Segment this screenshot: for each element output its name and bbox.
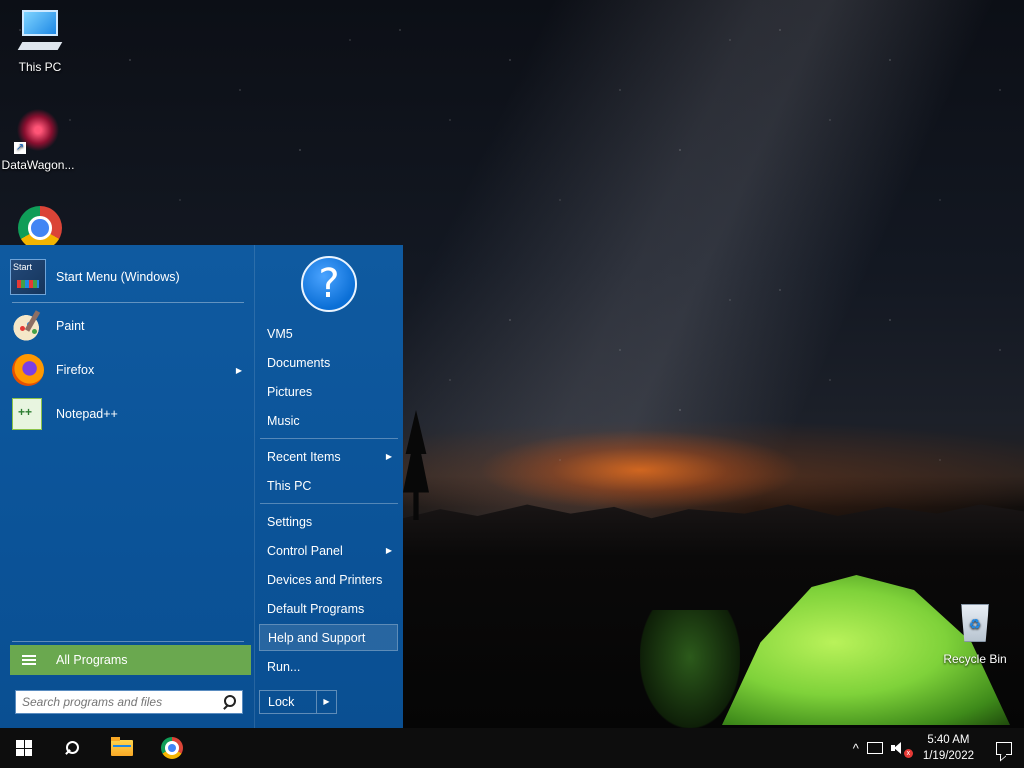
menu-item-default-programs[interactable]: Default Programs: [259, 595, 398, 622]
menu-item-music[interactable]: Music: [259, 407, 398, 434]
separator: [12, 302, 244, 303]
menu-item-run[interactable]: Run...: [259, 653, 398, 680]
separator: [12, 641, 244, 642]
power-options-arrow-icon[interactable]: ▶: [316, 691, 336, 713]
start-button[interactable]: [0, 728, 48, 768]
start-menu-places-pane: ? VM5 Documents Pictures Music Recent It…: [254, 245, 403, 728]
chrome-icon: [18, 206, 62, 250]
start-menu-icon-text: Start: [13, 262, 33, 272]
windows-logo-icon: [16, 740, 32, 756]
action-center-button[interactable]: [984, 728, 1024, 768]
all-programs-button[interactable]: All Programs: [10, 645, 251, 675]
submenu-arrow-icon: ▶: [235, 365, 242, 375]
menu-item-label: Run...: [267, 659, 301, 674]
search-box[interactable]: [15, 690, 243, 714]
separator: [260, 503, 398, 504]
menu-item-label: Devices and Printers: [267, 572, 383, 587]
list-icon: [22, 653, 36, 667]
start-menu: Start Start Menu (Windows) Paint Firefox…: [0, 245, 403, 728]
menu-item-label: Documents: [267, 355, 331, 370]
menu-item-label: This PC: [267, 478, 312, 493]
menu-item-recent-items[interactable]: Recent Items ▶: [259, 443, 398, 470]
menu-item-documents[interactable]: Documents: [259, 349, 398, 376]
system-tray: ^ x 5:40 AM 1/19/2022: [849, 728, 1024, 768]
network-icon[interactable]: [866, 742, 883, 754]
notification-icon: [996, 741, 1012, 755]
file-explorer-icon: [111, 737, 133, 756]
menu-item-this-pc[interactable]: This PC: [259, 472, 398, 499]
menu-item-vm5[interactable]: VM5: [259, 320, 398, 347]
volume-muted-icon[interactable]: x: [890, 741, 913, 758]
wallpaper-bushes: [640, 610, 740, 728]
search-icon[interactable]: [222, 695, 236, 709]
taskbar-file-explorer[interactable]: [98, 728, 146, 768]
datawagon-icon: ↗: [14, 106, 62, 154]
help-icon: ?: [301, 256, 357, 312]
paint-icon: [10, 308, 46, 344]
desktop-icon-label: This PC: [18, 60, 62, 74]
menu-item-label: Control Panel: [267, 543, 343, 558]
desktop-icon-this-pc[interactable]: This PC: [2, 8, 78, 74]
taskbar: ^ x 5:40 AM 1/19/2022: [0, 728, 1024, 768]
clock-time: 5:40 AM: [927, 734, 970, 746]
show-hidden-icons-chevron-icon[interactable]: ^: [849, 741, 863, 756]
program-start-menu-windows[interactable]: Start Start Menu (Windows): [10, 257, 246, 297]
start-menu-programs-pane: Start Start Menu (Windows) Paint Firefox…: [0, 245, 254, 728]
menu-item-label: Music: [267, 413, 300, 428]
menu-item-label: Pictures: [267, 384, 313, 399]
desktop-icon-recycle-bin[interactable]: ♻ Recycle Bin: [937, 600, 1013, 666]
search-input[interactable]: [22, 695, 222, 709]
shortcut-arrow-icon: ↗: [14, 142, 26, 154]
program-notepadpp[interactable]: Notepad++: [10, 394, 246, 434]
menu-item-pictures[interactable]: Pictures: [259, 378, 398, 405]
menu-item-help-and-support[interactable]: Help and Support: [259, 624, 398, 651]
desktop-icon-label: Recycle Bin: [943, 652, 1007, 666]
clock[interactable]: 5:40 AM 1/19/2022: [913, 732, 984, 764]
menu-item-label: Settings: [267, 514, 313, 529]
program-label: Paint: [56, 319, 85, 333]
start-menu-icon: Start: [10, 259, 46, 295]
chrome-icon: [161, 737, 183, 759]
taskbar-chrome[interactable]: [148, 728, 196, 768]
submenu-arrow-icon: ▶: [385, 452, 392, 461]
program-paint[interactable]: Paint: [10, 306, 246, 346]
separator: [260, 438, 398, 439]
menu-item-devices-and-printers[interactable]: Devices and Printers: [259, 566, 398, 593]
search-icon: [65, 741, 79, 755]
menu-item-label: Recent Items: [267, 449, 341, 464]
menu-item-label: VM5: [267, 326, 293, 341]
program-label: Firefox: [56, 363, 95, 377]
submenu-arrow-icon: ▶: [385, 546, 392, 555]
program-firefox[interactable]: Firefox ▶: [10, 350, 246, 390]
taskbar-search-button[interactable]: [48, 728, 96, 768]
menu-item-label: Help and Support: [268, 630, 366, 645]
firefox-icon: [12, 354, 44, 386]
menu-item-control-panel[interactable]: Control Panel ▶: [259, 537, 398, 564]
menu-item-label: Default Programs: [267, 601, 365, 616]
computer-icon: [16, 8, 64, 56]
clock-date: 1/19/2022: [922, 750, 974, 762]
program-label: Start Menu (Windows): [56, 270, 180, 284]
lock-button[interactable]: Lock ▶: [259, 690, 337, 714]
menu-item-settings[interactable]: Settings: [259, 508, 398, 535]
recycle-bin-icon: ♻: [951, 600, 999, 648]
program-label: Notepad++: [56, 407, 118, 421]
desktop-icon-datawagon[interactable]: ↗ DataWagon...: [0, 106, 76, 172]
desktop-icon-label: DataWagon...: [1, 158, 75, 172]
notepadpp-icon: [12, 398, 42, 430]
lock-label: Lock: [268, 695, 295, 709]
all-programs-label: All Programs: [56, 653, 128, 667]
